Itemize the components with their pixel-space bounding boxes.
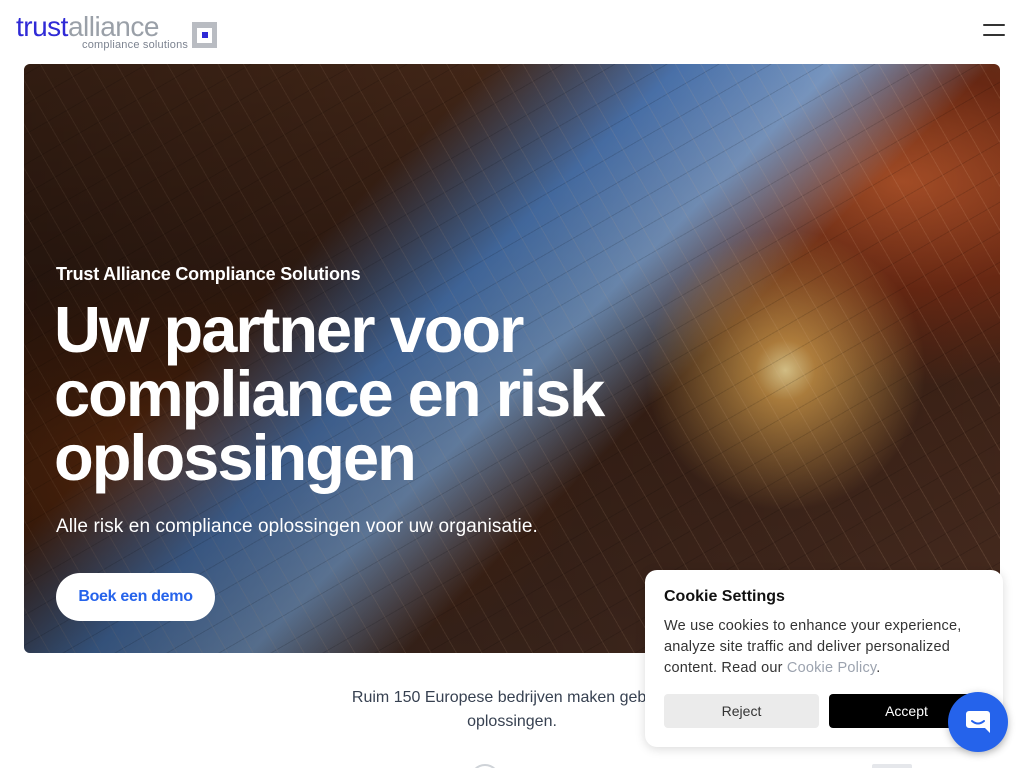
logo-mark-icon bbox=[192, 22, 217, 48]
logo-word-alliance: alliance bbox=[67, 11, 159, 42]
book-demo-button[interactable]: Boek een demo bbox=[56, 573, 215, 621]
trust-statement-line1: Ruim 150 Europese bedrijven maken gebrui… bbox=[351, 689, 673, 706]
chat-bubble-icon bbox=[966, 711, 990, 733]
brand-logo[interactable]: trust alliance compliance solutions bbox=[16, 11, 217, 51]
site-header: trust alliance compliance solutions bbox=[0, 0, 1024, 60]
logo-word-trust: trust bbox=[16, 11, 68, 42]
client-logo bbox=[872, 764, 912, 768]
logo-tagline: compliance solutions bbox=[82, 39, 189, 51]
hero-title: Uw partner voor compliance en risk oplos… bbox=[54, 293, 605, 494]
hero-eyebrow: Trust Alliance Compliance Solutions bbox=[56, 264, 361, 284]
hero-subtitle: Alle risk en compliance oplossingen voor… bbox=[56, 516, 538, 537]
hero-banner: Trust Alliance Compliance Solutions Uw p… bbox=[24, 64, 1000, 653]
cookie-title: Cookie Settings bbox=[664, 588, 785, 605]
hamburger-menu-icon[interactable] bbox=[983, 22, 1005, 38]
cookie-description: We use cookies to enhance your experienc… bbox=[664, 618, 962, 676]
chat-launcher-button[interactable] bbox=[948, 692, 1008, 752]
reject-cookies-button[interactable]: Reject bbox=[664, 694, 819, 728]
client-logo bbox=[470, 764, 500, 768]
cookie-policy-link[interactable]: Cookie Policy bbox=[787, 660, 876, 676]
